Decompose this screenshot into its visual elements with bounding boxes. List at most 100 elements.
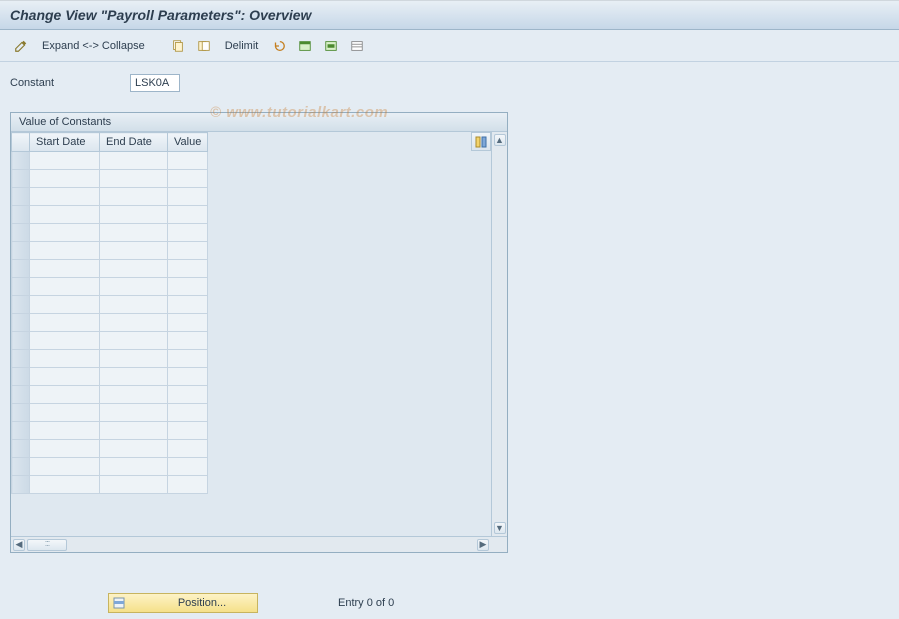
row-selector[interactable] — [12, 170, 30, 188]
row-selector[interactable] — [12, 332, 30, 350]
row-selector[interactable] — [12, 314, 30, 332]
scroll-right-arrow[interactable]: ▶ — [477, 539, 489, 551]
row-selector[interactable] — [12, 188, 30, 206]
cell-value[interactable] — [168, 314, 208, 332]
cell-end[interactable] — [100, 278, 168, 296]
row-selector[interactable] — [12, 350, 30, 368]
cell-value[interactable] — [168, 458, 208, 476]
cell-value[interactable] — [168, 206, 208, 224]
deselect-all-button[interactable] — [346, 36, 368, 56]
cell-value[interactable] — [168, 224, 208, 242]
delimit-button[interactable]: Delimit — [219, 38, 265, 54]
cell-value[interactable] — [168, 422, 208, 440]
cell-start[interactable] — [30, 368, 100, 386]
horizontal-scrollbar[interactable]: ◀ ▶ — [11, 536, 507, 552]
cell-end[interactable] — [100, 224, 168, 242]
cell-end[interactable] — [100, 404, 168, 422]
cell-value[interactable] — [168, 386, 208, 404]
cell-end[interactable] — [100, 188, 168, 206]
cell-end[interactable] — [100, 386, 168, 404]
row-selector[interactable] — [12, 206, 30, 224]
cell-start[interactable] — [30, 350, 100, 368]
cell-end[interactable] — [100, 350, 168, 368]
cell-value[interactable] — [168, 278, 208, 296]
row-selector[interactable] — [12, 368, 30, 386]
cell-value[interactable] — [168, 476, 208, 494]
cell-end[interactable] — [100, 314, 168, 332]
cell-start[interactable] — [30, 224, 100, 242]
row-selector[interactable] — [12, 242, 30, 260]
cell-start[interactable] — [30, 476, 100, 494]
cell-end[interactable] — [100, 152, 168, 170]
row-selector[interactable] — [12, 404, 30, 422]
cell-start[interactable] — [30, 440, 100, 458]
cell-value[interactable] — [168, 404, 208, 422]
scroll-thumb[interactable] — [27, 539, 67, 551]
cell-value[interactable] — [168, 260, 208, 278]
content-area: © www.tutorialkart.com Constant Value of… — [0, 62, 899, 619]
cell-start[interactable] — [30, 332, 100, 350]
cell-start[interactable] — [30, 422, 100, 440]
cell-value[interactable] — [168, 188, 208, 206]
cell-end[interactable] — [100, 260, 168, 278]
cell-start[interactable] — [30, 386, 100, 404]
scroll-left-arrow[interactable]: ◀ — [13, 539, 25, 551]
cell-start[interactable] — [30, 278, 100, 296]
cell-start[interactable] — [30, 188, 100, 206]
cell-start[interactable] — [30, 242, 100, 260]
cell-start[interactable] — [30, 296, 100, 314]
select-block-button[interactable] — [320, 36, 342, 56]
copy-button[interactable] — [167, 36, 189, 56]
column-value[interactable]: Value — [168, 133, 208, 152]
row-selector[interactable] — [12, 278, 30, 296]
row-selector[interactable] — [12, 152, 30, 170]
other-view-button[interactable] — [10, 36, 32, 56]
cell-end[interactable] — [100, 332, 168, 350]
cell-start[interactable] — [30, 206, 100, 224]
row-selector[interactable] — [12, 422, 30, 440]
vertical-scrollbar[interactable]: ▲ ▼ — [491, 132, 507, 536]
cell-value[interactable] — [168, 332, 208, 350]
configure-columns-button[interactable] — [471, 132, 491, 151]
row-selector[interactable] — [12, 458, 30, 476]
cell-end[interactable] — [100, 296, 168, 314]
row-selector-header[interactable] — [12, 133, 30, 152]
position-button[interactable]: Position... — [108, 593, 258, 613]
cell-end[interactable] — [100, 422, 168, 440]
row-selector[interactable] — [12, 224, 30, 242]
cell-end[interactable] — [100, 170, 168, 188]
row-selector[interactable] — [12, 440, 30, 458]
cell-start[interactable] — [30, 260, 100, 278]
scroll-down-arrow[interactable]: ▼ — [494, 522, 506, 534]
select-all-button[interactable] — [294, 36, 316, 56]
expand-collapse-button[interactable]: Expand <-> Collapse — [36, 38, 151, 54]
cell-value[interactable] — [168, 350, 208, 368]
cell-end[interactable] — [100, 458, 168, 476]
cell-end[interactable] — [100, 368, 168, 386]
cell-end[interactable] — [100, 476, 168, 494]
cell-value[interactable] — [168, 170, 208, 188]
cell-start[interactable] — [30, 314, 100, 332]
cell-value[interactable] — [168, 368, 208, 386]
cell-start[interactable] — [30, 458, 100, 476]
cell-end[interactable] — [100, 206, 168, 224]
cell-value[interactable] — [168, 242, 208, 260]
cell-start[interactable] — [30, 170, 100, 188]
column-start-date[interactable]: Start Date — [30, 133, 100, 152]
cell-end[interactable] — [100, 242, 168, 260]
row-selector[interactable] — [12, 476, 30, 494]
undo-button[interactable] — [268, 36, 290, 56]
cell-value[interactable] — [168, 296, 208, 314]
copy-all-button[interactable] — [193, 36, 215, 56]
scroll-up-arrow[interactable]: ▲ — [494, 134, 506, 146]
cell-value[interactable] — [168, 152, 208, 170]
cell-start[interactable] — [30, 152, 100, 170]
row-selector[interactable] — [12, 296, 30, 314]
row-selector[interactable] — [12, 386, 30, 404]
column-end-date[interactable]: End Date — [100, 133, 168, 152]
constant-input[interactable] — [130, 74, 180, 92]
cell-end[interactable] — [100, 440, 168, 458]
cell-start[interactable] — [30, 404, 100, 422]
cell-value[interactable] — [168, 440, 208, 458]
row-selector[interactable] — [12, 260, 30, 278]
